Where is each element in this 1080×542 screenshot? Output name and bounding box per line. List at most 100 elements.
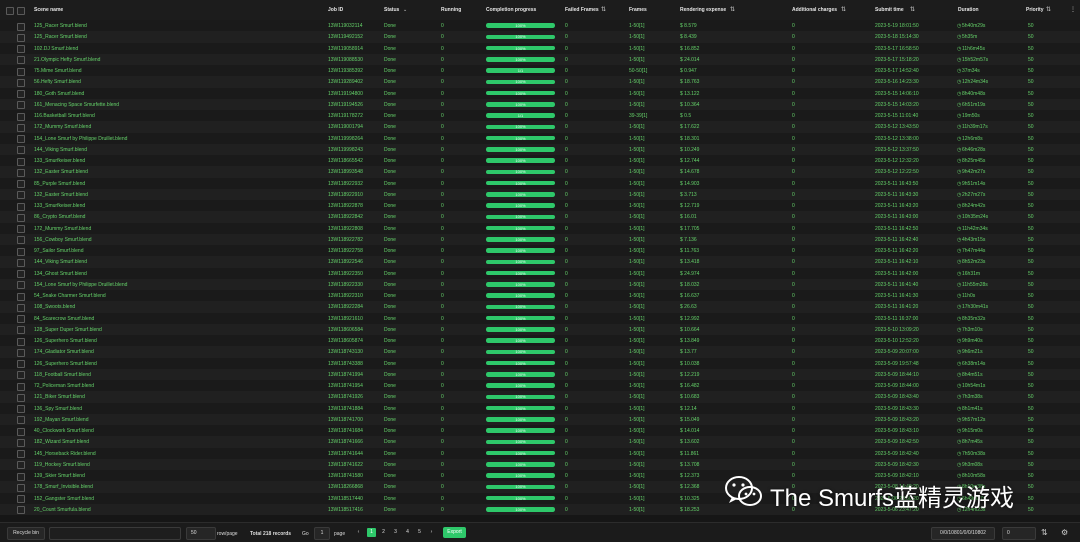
table-row[interactable]: 154_Lone Smurf by Philippe Druillet.blen…: [0, 132, 1080, 144]
page-button-1[interactable]: 1: [367, 528, 376, 537]
row-checkbox[interactable]: [17, 236, 25, 245]
scene-name-cell[interactable]: 172_Mummy Smurf.blend: [34, 124, 91, 130]
export-button[interactable]: Export: [443, 527, 466, 538]
column-header-submit-time[interactable]: Submit time: [875, 7, 904, 13]
column-header-scene-name[interactable]: Scene name: [34, 7, 63, 13]
row-checkbox[interactable]: [17, 191, 25, 200]
row-checkbox[interactable]: [17, 461, 25, 470]
status-sort-icon[interactable]: ⌄: [403, 7, 407, 13]
table-row[interactable]: 132_Easter Smurf.blend 13W118922910 Done 0 0…: [0, 188, 1080, 200]
filter-icon[interactable]: ⋮: [1070, 6, 1076, 13]
scene-name-cell[interactable]: 145_Horseback Rider.blend: [34, 451, 96, 457]
column-header-status[interactable]: Status: [384, 7, 399, 13]
table-row[interactable]: 180_Goth Smurf.blend 13W119194800 Done 0 0 1-…: [0, 87, 1080, 99]
table-row[interactable]: 72_Policeman Smurf.blend 13W118741954 Done…: [0, 380, 1080, 392]
scene-name-cell[interactable]: 119_Hockey Smurf.blend: [34, 462, 90, 468]
table-row[interactable]: 126_Superhero Smurf.blend 13W118605874 Don…: [0, 335, 1080, 347]
search-input[interactable]: [49, 527, 181, 540]
row-checkbox[interactable]: [17, 247, 25, 256]
scene-name-cell[interactable]: 192_Mayan Smurf.blend: [34, 417, 88, 423]
scene-name-cell[interactable]: 102.DJ Smurf.blend: [34, 46, 78, 52]
table-row[interactable]: 172_Mummy Smurf.blend 13W118922808 Done 0 0 1…: [0, 222, 1080, 234]
table-row[interactable]: 84_Scarecrow Smurf.blend 13W118921610 Done…: [0, 312, 1080, 324]
table-row[interactable]: 118_Football Smurf.blend 13W118741994 Done…: [0, 368, 1080, 380]
sort-icon[interactable]: ⇅: [841, 6, 846, 13]
table-row[interactable]: 40_Clockwork Smurf.blend 13W118741684 Done…: [0, 425, 1080, 437]
column-header-completion-progress[interactable]: Completion progress: [486, 7, 536, 13]
scene-name-cell[interactable]: 139_Skier Smurf.blend: [34, 473, 85, 479]
scene-name-cell[interactable]: 182_Wizard Smurf.blend: [34, 439, 89, 445]
row-checkbox[interactable]: [17, 168, 25, 177]
row-checkbox[interactable]: [17, 427, 25, 436]
sort-icon[interactable]: ⇅: [1046, 6, 1051, 13]
row-checkbox[interactable]: [17, 281, 25, 290]
table-row[interactable]: 136_Spy Smurf.blend 13W118741884 Done 0 0 1-5…: [0, 402, 1080, 414]
row-checkbox[interactable]: [17, 438, 25, 447]
row-checkbox[interactable]: [17, 405, 25, 413]
scene-name-cell[interactable]: 97_Sailor Smurf.blend: [34, 248, 83, 254]
row-checkbox[interactable]: [17, 337, 25, 346]
row-checkbox[interactable]: [17, 416, 25, 425]
scene-name-cell[interactable]: 121_Biker Smurf.blend: [34, 394, 85, 400]
scene-name-cell[interactable]: 125_Racer Smurf.blend: [34, 34, 87, 40]
column-header-rendering-expense[interactable]: Rendering expense: [680, 7, 726, 13]
scene-name-cell[interactable]: 84_Scarecrow Smurf.blend: [34, 316, 94, 322]
scene-name-cell[interactable]: 152_Gangster Smurf.blend: [34, 496, 94, 502]
scene-name-cell[interactable]: 125_Racer Smurf.blend: [34, 23, 87, 29]
scene-name-cell[interactable]: 21.Olympic Hefty Smurf.blend: [34, 57, 100, 63]
scene-name-cell[interactable]: 154_Lone Smurf by Philippe Druillet.blen…: [34, 282, 127, 288]
row-checkbox[interactable]: [17, 101, 25, 110]
row-checkbox[interactable]: [17, 382, 25, 391]
scene-name-cell[interactable]: 144_Viking Smurf.blend: [34, 147, 87, 153]
table-row[interactable]: 116.Basketball Smurf.blend 13W119178272 Do…: [0, 110, 1080, 122]
scene-name-cell[interactable]: 133_Smurfkeiser.blend: [34, 158, 85, 164]
sort-icon[interactable]: ⇅: [730, 6, 735, 13]
scene-name-cell[interactable]: 133_Smurfkeiser.blend: [34, 203, 85, 209]
column-header-additional-charges[interactable]: Additional charges: [792, 7, 837, 13]
table-row[interactable]: 56.Hefty Smurf.blend 13W119289402 Done 0 0 1-…: [0, 76, 1080, 88]
table-row[interactable]: 85_Purple Smurf.blend 13W118922932 Done 0 0 1…: [0, 177, 1080, 189]
row-checkbox[interactable]: [17, 303, 25, 312]
sort-icon[interactable]: ⇅: [910, 6, 915, 13]
scene-name-cell[interactable]: 75.Mime Smurf.blend: [34, 68, 82, 74]
settings-icon[interactable]: ⚙: [1061, 528, 1068, 537]
row-checkbox[interactable]: [17, 270, 25, 278]
row-checkbox[interactable]: [17, 135, 25, 143]
table-row[interactable]: 54_Snake Charmer Smurf.blend 13W118922310…: [0, 290, 1080, 302]
table-row[interactable]: 145_Horseback Rider.blend 13W118741644 Don…: [0, 447, 1080, 459]
row-checkbox[interactable]: [17, 292, 25, 301]
table-row[interactable]: 174_Gladiator Smurf.blend 13W118743130 Don…: [0, 346, 1080, 358]
table-row[interactable]: 102.DJ Smurf.blend 13W119058914 Done 0 0 1-50…: [0, 42, 1080, 54]
scene-name-cell[interactable]: 172_Mummy Smurf.blend: [34, 226, 91, 232]
page-button-3[interactable]: 3: [391, 528, 400, 537]
row-checkbox[interactable]: [17, 56, 25, 65]
page-button-5[interactable]: 5: [415, 528, 424, 537]
row-checkbox[interactable]: [17, 112, 25, 121]
row-checkbox[interactable]: [17, 472, 25, 481]
scene-name-cell[interactable]: 134_Ghost Smurf.blend: [34, 271, 87, 277]
table-row[interactable]: 119_Hockey Smurf.blend 13W118741622 Done 0 0…: [0, 458, 1080, 470]
row-checkbox[interactable]: [17, 202, 25, 211]
scene-name-cell[interactable]: 128_Super Duper Smurf.blend: [34, 327, 102, 333]
row-checkbox[interactable]: [17, 33, 25, 42]
row-checkbox[interactable]: [17, 225, 25, 233]
select-all-checkbox[interactable]: [6, 7, 14, 15]
page-button-2[interactable]: 2: [379, 528, 388, 537]
table-row[interactable]: 172_Mummy Smurf.blend 13W119001794 Done 0 0 1…: [0, 121, 1080, 133]
table-row[interactable]: 156_Cowboy Smurf.blend 13W118922782 Done 0 0…: [0, 233, 1080, 245]
recycle-bin-button[interactable]: Recycle bin: [7, 527, 45, 540]
sort-icon[interactable]: ⇅: [601, 6, 606, 13]
page-button-4[interactable]: 4: [403, 528, 412, 537]
scene-name-cell[interactable]: 85_Purple Smurf.blend: [34, 181, 85, 187]
table-row[interactable]: 154_Lone Smurf by Philippe Druillet.blen…: [0, 278, 1080, 290]
table-row[interactable]: 75.Mime Smurf.blend 13W119385392 Done 0 0 50-…: [0, 65, 1080, 77]
row-checkbox[interactable]: [17, 90, 25, 98]
row-checkbox[interactable]: [17, 495, 25, 503]
scene-name-cell[interactable]: 132_Easter Smurf.blend: [34, 169, 88, 175]
table-row[interactable]: 133_Smurfkeiser.blend 13W118665542 Done 0 0 1…: [0, 155, 1080, 167]
scene-name-cell[interactable]: 132_Easter Smurf.blend: [34, 192, 88, 198]
prev-page-button[interactable]: ‹: [354, 528, 363, 537]
scene-name-cell[interactable]: 136_Spy Smurf.blend: [34, 406, 82, 412]
scene-name-cell[interactable]: 174_Gladiator Smurf.blend: [34, 349, 94, 355]
page-size-select[interactable]: 50: [186, 527, 216, 540]
